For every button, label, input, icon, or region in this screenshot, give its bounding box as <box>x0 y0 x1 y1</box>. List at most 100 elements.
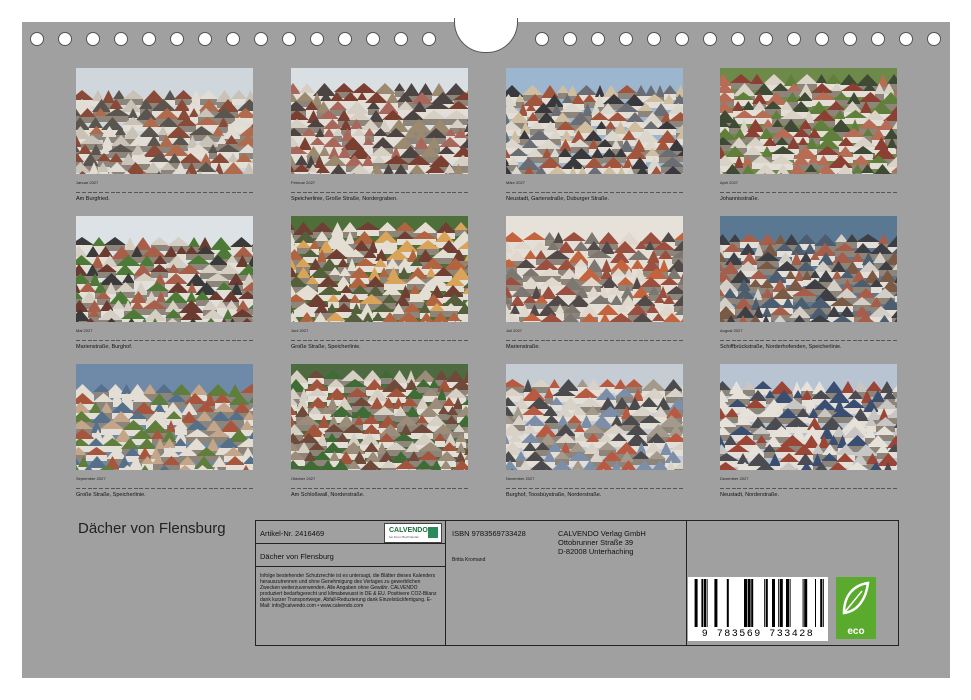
day-cell <box>423 333 428 341</box>
binding-hole <box>675 32 689 46</box>
day-cell <box>737 481 742 489</box>
day-cell <box>314 481 319 489</box>
month-photo <box>720 216 897 322</box>
month-caption: Burghof, Toosbüystraße, Norderstraße. <box>506 492 602 498</box>
day-cell <box>575 333 580 341</box>
day-cell <box>766 333 771 341</box>
day-cell <box>655 185 660 193</box>
day-cell <box>104 185 109 193</box>
binding-hole <box>703 32 717 46</box>
eco-badge: eco <box>836 577 876 639</box>
day-cell <box>731 333 736 341</box>
day-cell <box>835 185 840 193</box>
day-cell <box>185 185 190 193</box>
day-cell <box>875 481 880 489</box>
day-cell <box>534 333 539 341</box>
binding-hole <box>422 32 436 46</box>
day-cell <box>881 185 886 193</box>
day-cell <box>446 185 451 193</box>
publisher-name: CALVENDO Verlag GmbH <box>558 529 646 538</box>
day-cell <box>429 333 434 341</box>
month-photo <box>76 68 253 174</box>
month-card: Oktober 2027 Am Schloßwall, Norderstraße. <box>291 364 468 498</box>
day-cell <box>174 481 179 489</box>
day-cell <box>638 185 643 193</box>
day-cell <box>319 481 324 489</box>
month-photo <box>720 364 897 470</box>
day-cell <box>777 333 782 341</box>
calendar-title: Dächer von Flensburg <box>78 520 226 537</box>
day-cell <box>852 185 857 193</box>
day-cell <box>394 333 399 341</box>
day-cell <box>156 333 161 341</box>
day-cell <box>365 185 370 193</box>
day-strip <box>76 185 253 193</box>
month-caption: Speicherlinie, Große Straße, Nordergrabe… <box>291 196 398 202</box>
article-row: Artikel-Nr. 2416469 CALVENDO bei Ihrem B… <box>256 521 445 544</box>
binding-hole <box>787 32 801 46</box>
day-cell <box>463 481 468 489</box>
day-cell <box>720 333 724 341</box>
day-cell <box>511 185 516 193</box>
day-cell <box>540 481 545 489</box>
day-cell <box>87 185 92 193</box>
day-cell <box>534 481 539 489</box>
month-caption: Marienstraße, Burghof. <box>76 344 133 350</box>
day-cell <box>406 481 411 489</box>
day-cell <box>174 185 179 193</box>
month-card: August 2027 Schiffbrückstraße, Norderhofe… <box>720 216 897 350</box>
day-cell <box>720 185 724 193</box>
day-cell <box>389 481 394 489</box>
day-cell <box>869 185 874 193</box>
day-cell <box>661 333 666 341</box>
day-cell <box>243 333 248 341</box>
day-cell <box>337 481 342 489</box>
day-cell <box>371 481 376 489</box>
day-cell <box>725 481 730 489</box>
day-cell <box>529 333 534 341</box>
day-cell <box>337 333 342 341</box>
day-cell <box>557 333 562 341</box>
binding-hole <box>198 32 212 46</box>
day-cell <box>632 185 637 193</box>
day-cell <box>540 185 545 193</box>
binding-hole <box>30 32 44 46</box>
month-caption: Große Straße, Speicherlinie. <box>291 344 361 350</box>
day-cell <box>569 185 574 193</box>
day-cell <box>220 333 225 341</box>
binding-hole <box>394 32 408 46</box>
day-cell <box>208 481 213 489</box>
day-cell <box>829 481 834 489</box>
binding-hole <box>647 32 661 46</box>
day-cell <box>783 185 788 193</box>
day-strip <box>506 185 683 193</box>
month-caption: Marienstraße. <box>506 344 540 350</box>
day-cell <box>638 481 643 489</box>
day-cell <box>394 185 399 193</box>
day-cell <box>87 333 92 341</box>
day-cell <box>423 481 428 489</box>
day-cell <box>87 481 92 489</box>
day-cell <box>383 481 388 489</box>
day-cell <box>127 481 132 489</box>
day-cell <box>812 481 817 489</box>
day-cell <box>365 481 370 489</box>
day-cell <box>145 185 150 193</box>
day-cell <box>116 481 121 489</box>
day-cell <box>400 481 405 489</box>
day-strip <box>291 185 468 193</box>
day-cell <box>308 333 313 341</box>
day-cell <box>534 185 539 193</box>
day-cell <box>794 333 799 341</box>
day-cell <box>342 333 347 341</box>
day-cell <box>99 481 104 489</box>
day-cell <box>743 481 748 489</box>
day-cell <box>760 333 765 341</box>
day-cell <box>609 481 614 489</box>
month-caption: Johannisstraße. <box>720 196 760 202</box>
legal-notice: Infolge bestehender Schutzrechte ist es … <box>260 573 437 609</box>
day-cell <box>818 185 823 193</box>
day-cell <box>748 333 753 341</box>
day-cell <box>887 333 892 341</box>
day-cell <box>592 185 597 193</box>
